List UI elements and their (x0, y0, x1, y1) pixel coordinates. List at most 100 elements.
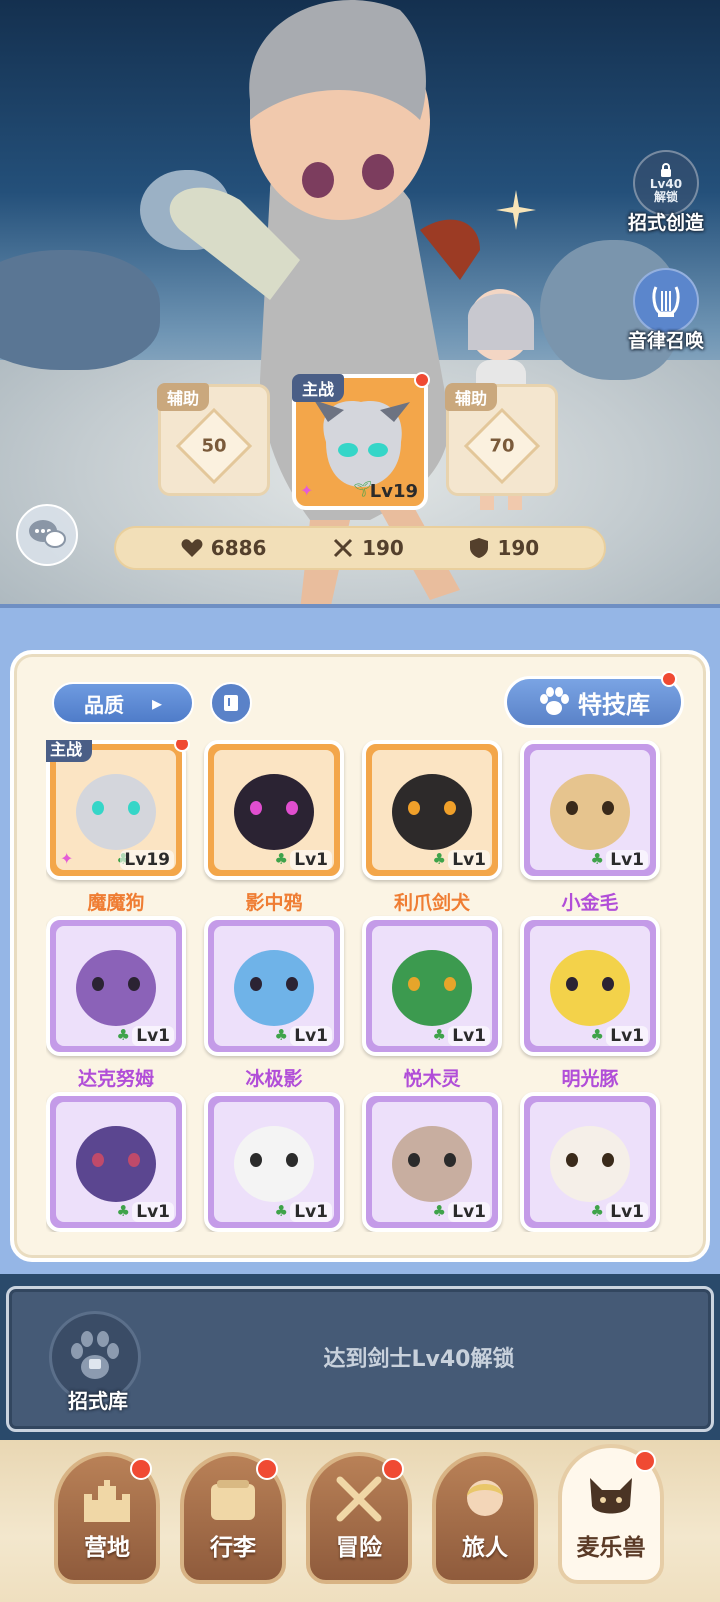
pet-portrait-frame: ♣ Lv1 (204, 740, 344, 880)
pet-card[interactable]: ♣Lv19✦主战魔魔狗 (46, 740, 190, 915)
main-battle-slot[interactable]: 主战 ✦ 🌱︎ Lv19 (292, 372, 430, 510)
pet-card[interactable]: ♣ Lv1 冰极影 (204, 916, 344, 1091)
pet-creature-icon (76, 1126, 156, 1202)
pet-level: Lv1 (132, 1202, 174, 1222)
pet-card[interactable]: ♣ Lv1 悦木灵 (362, 916, 502, 1091)
pet-card[interactable]: ♣ Lv1 利爪剑犬 (362, 740, 502, 915)
pet-creature-icon (550, 1126, 630, 1202)
bottom-nav: 营地 行李 冒险 旅人 麦乐兽 (0, 1440, 720, 1602)
pet-level: Lv1 (290, 850, 332, 870)
pet-portrait-frame: ♣ Lv1 (520, 740, 660, 880)
skill-create-button[interactable]: Lv40 解锁 招式创造 (618, 150, 714, 235)
crossed-swords-icon (336, 1476, 382, 1522)
pet-level: Lv1 (448, 850, 490, 870)
skill-library-button[interactable]: 特技库 (504, 671, 684, 728)
hp-stat: 6886 (181, 536, 266, 560)
nav-traveler-label: 旅人 (462, 1535, 508, 1561)
lock-text: 解锁 (653, 190, 678, 204)
rock (0, 250, 160, 370)
pet-card[interactable]: ♣ Lv1 明光豚 (520, 916, 660, 1091)
sprout-icon: ♣ (590, 850, 604, 868)
nav-adventure[interactable]: 冒险 (306, 1452, 412, 1584)
castle-icon (84, 1480, 130, 1522)
pet-creature-icon (392, 1126, 472, 1202)
chevron-right-icon: ▸ (151, 691, 163, 715)
sprout-icon: ♣ (432, 1026, 446, 1044)
attack-value: 190 (362, 536, 404, 560)
heart-icon (181, 539, 203, 557)
pet-creature-icon (76, 950, 156, 1026)
pet-card[interactable]: ♣ Lv1 影中鸦 (204, 740, 344, 915)
sprout-icon: ♣ (274, 1026, 288, 1044)
pet-portrait-frame: ♣ Lv1 (204, 1092, 344, 1232)
nav-pets-label: 麦乐兽 (576, 1535, 646, 1561)
pet-card[interactable]: ♣ Lv1 (204, 1092, 344, 1232)
shield-icon (470, 538, 489, 558)
sprout-icon: ♣ (432, 850, 446, 868)
nav-traveler[interactable]: 旅人 (432, 1452, 538, 1584)
notification-dot (382, 1458, 404, 1480)
assist-slot-left[interactable]: 50 辅助 (157, 383, 270, 496)
sprout-icon: ♣ (590, 1202, 604, 1220)
unlock-requirement: 达到剑士Lv40解锁 (323, 1347, 515, 1372)
assist-unlock-level: 50 (201, 435, 227, 457)
sprout-icon: ♣ (116, 1026, 130, 1044)
pet-portrait-frame: ♣ Lv1 (520, 916, 660, 1056)
summon-circle (633, 268, 699, 334)
pet-level: Lv1 (290, 1026, 332, 1046)
pet-card[interactable]: ♣ Lv1 (520, 1092, 660, 1232)
melody-summon-label: 音律召唤 (627, 330, 704, 352)
sprout-icon: ♣ (274, 850, 288, 868)
chat-button[interactable] (16, 504, 78, 566)
pet-creature-icon (234, 1126, 314, 1202)
pet-name: 悦木灵 (403, 1068, 461, 1090)
pet-portrait-frame: ♣ Lv1 (204, 916, 344, 1056)
pet-handbook-button[interactable] (210, 682, 252, 724)
pet-portrait-frame: ♣ Lv1 (46, 916, 186, 1056)
traveler-avatar-icon (467, 1480, 503, 1516)
pet-card[interactable]: ♣ Lv1 小金毛 (520, 740, 660, 915)
pet-name: 明光豚 (561, 1068, 619, 1090)
pet-creature-icon (234, 950, 314, 1026)
sprout-icon: ♣ (116, 1202, 130, 1220)
nav-camp-label: 营地 (84, 1535, 130, 1561)
momo-dog-portrait (314, 400, 410, 487)
notification-dot (130, 1458, 152, 1480)
pet-creature-icon (392, 774, 472, 850)
nav-pets[interactable]: 麦乐兽 (558, 1444, 664, 1584)
pet-name: 冰极影 (245, 1068, 303, 1090)
chat-icon (29, 520, 66, 548)
pet-portrait-frame: ♣ Lv1 (520, 1092, 660, 1232)
pet-level: Lv1 (606, 1202, 648, 1222)
pet-level: Lv1 (132, 1026, 174, 1046)
nav-camp[interactable]: 营地 (54, 1452, 160, 1584)
melody-summon-button[interactable]: 音律召唤 (618, 268, 714, 353)
pet-card[interactable]: ♣ Lv1 达克努姆 (46, 916, 186, 1091)
nav-luggage[interactable]: 行李 (180, 1452, 286, 1584)
nav-luggage-label: 行李 (210, 1535, 256, 1561)
backpack-icon (211, 1480, 255, 1520)
notification-dot (174, 740, 190, 752)
assist-tag: 辅助 (445, 383, 498, 411)
pet-portrait-frame: ♣ Lv1 (362, 1092, 502, 1232)
pet-creature-icon (76, 774, 156, 850)
pet-card[interactable]: ♣ Lv1 (46, 1092, 186, 1232)
pet-level: Lv1 (448, 1026, 490, 1046)
quality-sort-button[interactable]: 品质 ▸ (52, 682, 194, 724)
sparkle-icon (496, 190, 536, 230)
nav-adventure-label: 冒险 (336, 1535, 382, 1561)
sprout-icon: ♣ (432, 1202, 446, 1220)
crossed-swords-icon (334, 538, 353, 558)
main-tag: 主战 (46, 740, 93, 762)
main-level: Lv19 (369, 481, 418, 502)
pet-creature-icon (392, 950, 472, 1026)
assist-slot-right[interactable]: 70 辅助 (445, 383, 558, 496)
cat-face-icon (590, 1478, 632, 1514)
defense-value: 190 (497, 536, 540, 560)
pet-portrait-frame: ♣ Lv1 (362, 740, 502, 880)
pet-level: Lv1 (606, 850, 648, 870)
pet-card[interactable]: ♣ Lv1 (362, 1092, 502, 1232)
pet-level: Lv1 (606, 1026, 648, 1046)
lyre-icon (652, 286, 680, 317)
star-icon: ✦ (60, 849, 74, 868)
